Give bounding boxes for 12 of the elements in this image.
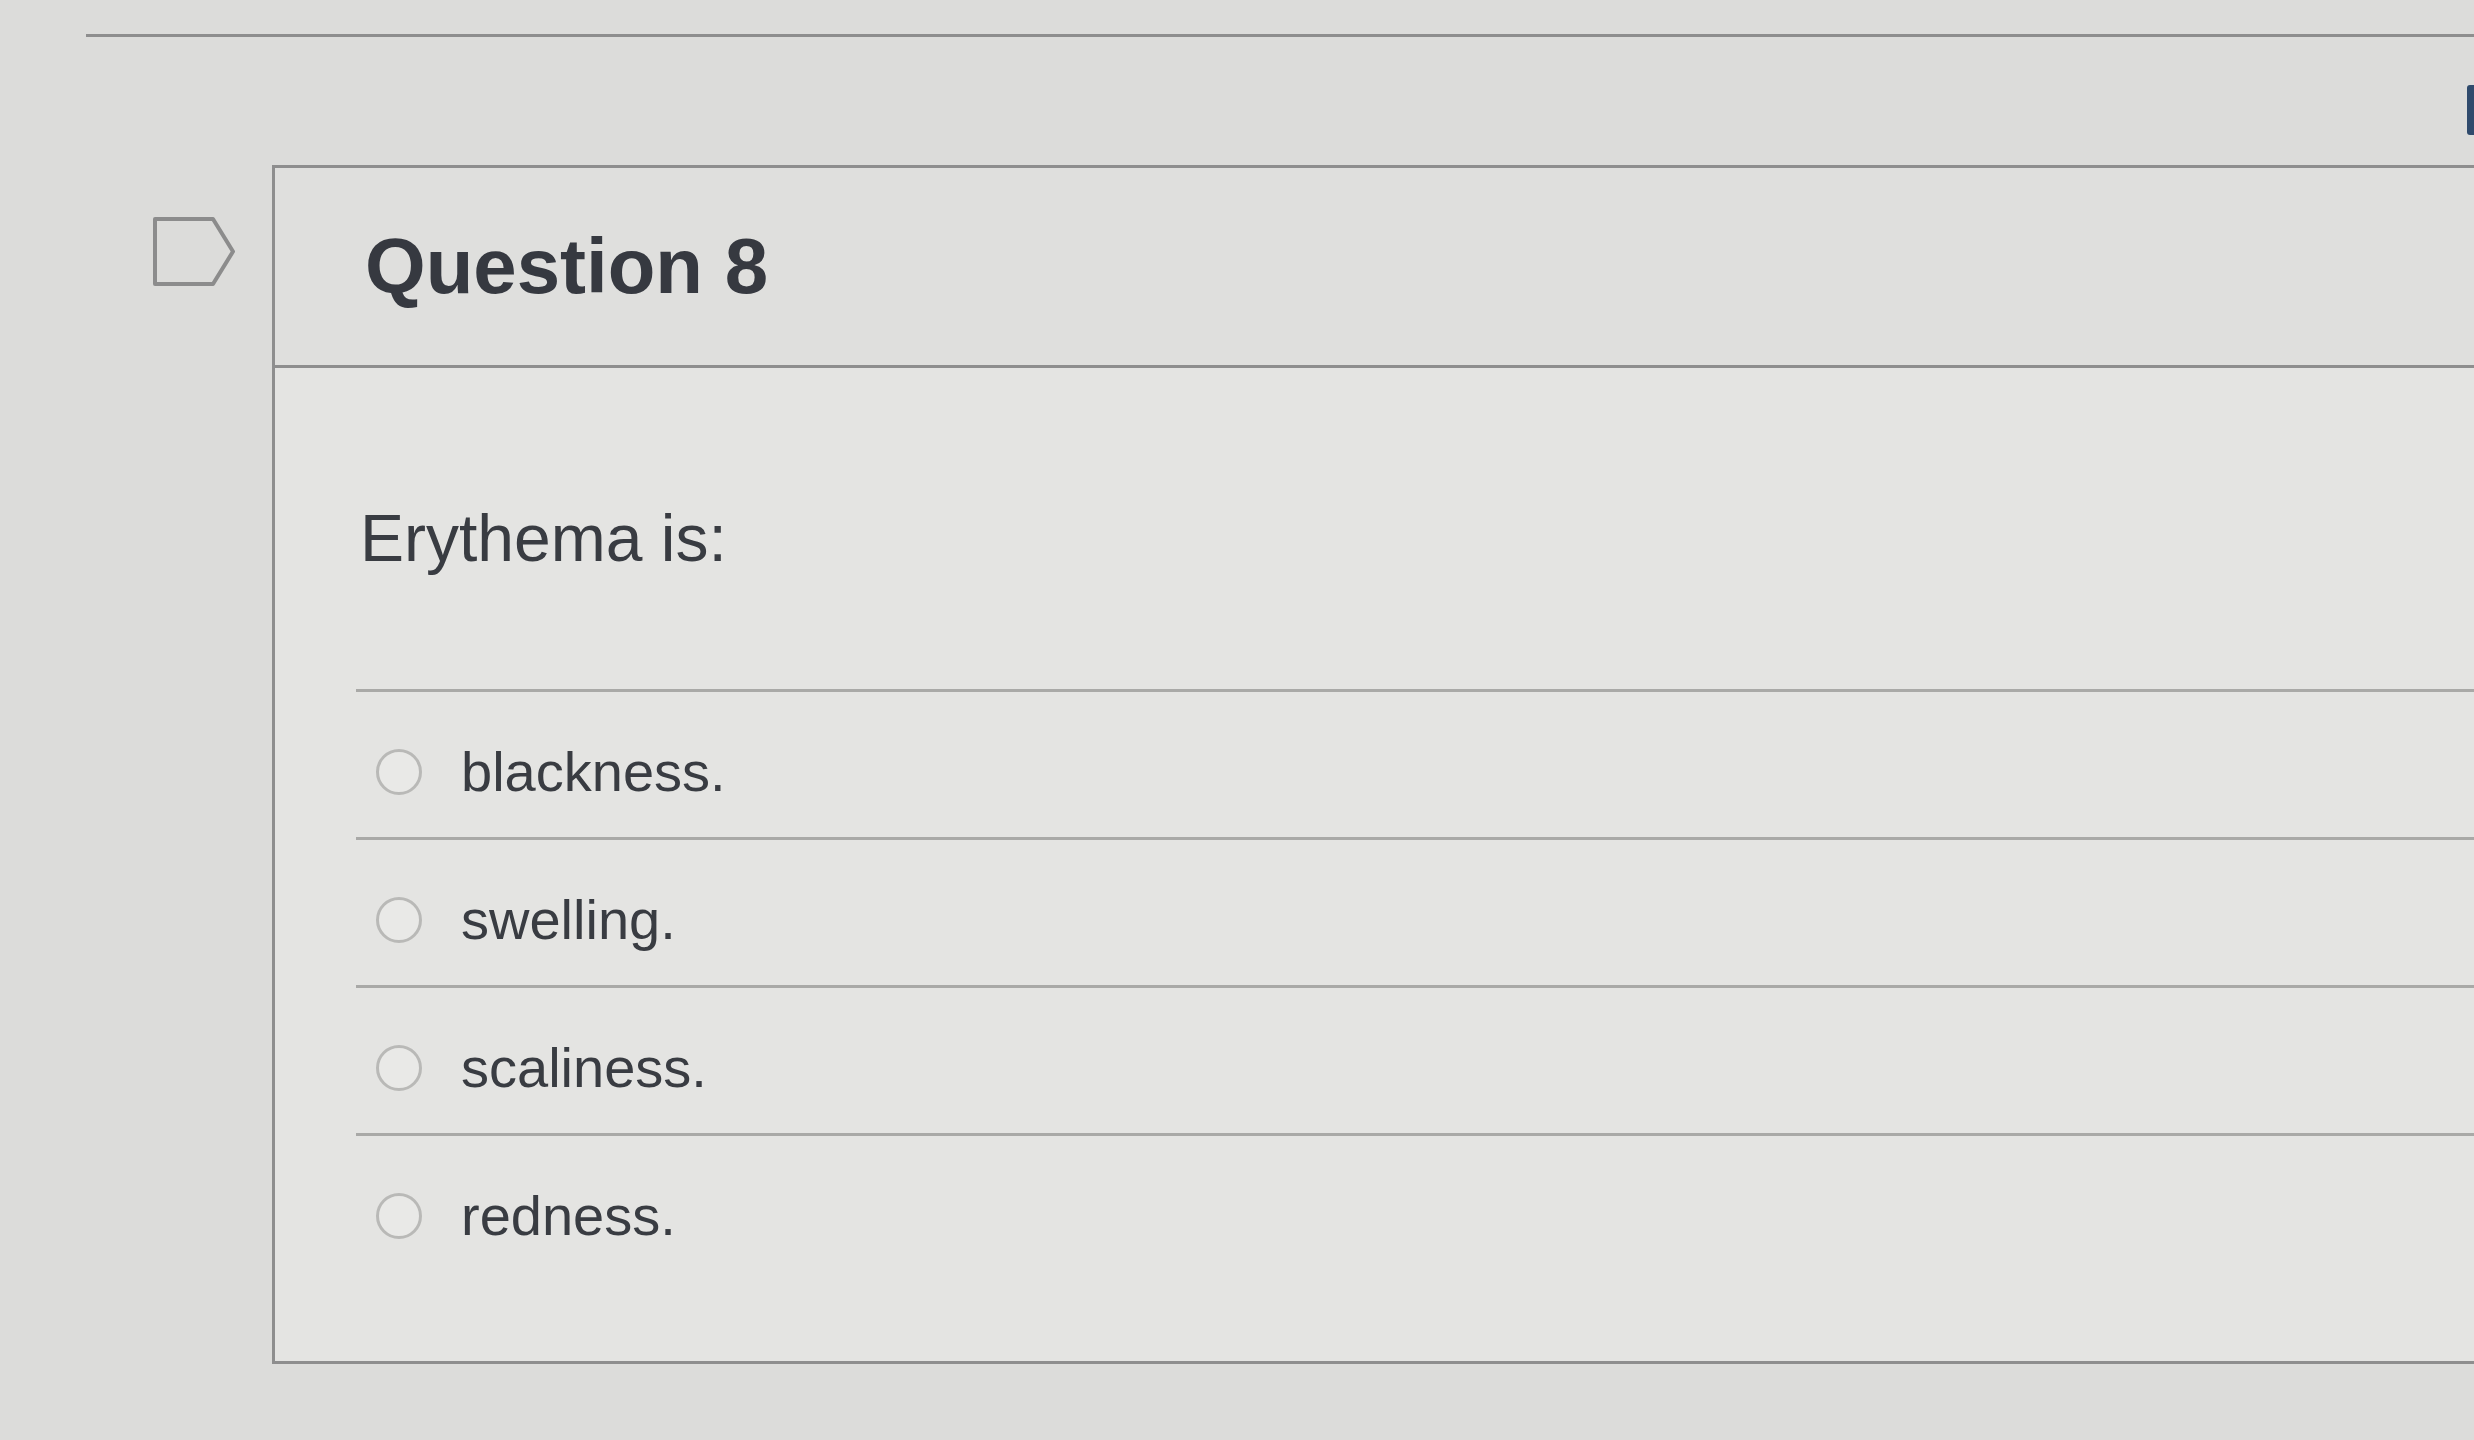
question-title: Question 8 (365, 223, 769, 310)
radio-button[interactable] (376, 897, 422, 943)
answer-option[interactable]: scaliness. (461, 1036, 707, 1100)
radio-button[interactable] (376, 1045, 422, 1091)
answer-option[interactable]: blackness. (461, 740, 726, 804)
question-text: Erythema is: (360, 500, 728, 577)
flag-icon[interactable] (153, 217, 235, 286)
radio-button[interactable] (376, 749, 422, 795)
radio-button[interactable] (376, 1193, 422, 1239)
partial-button[interactable] (2467, 85, 2474, 135)
answer-option[interactable]: swelling. (461, 888, 676, 952)
answer-option[interactable]: redness. (461, 1184, 676, 1248)
